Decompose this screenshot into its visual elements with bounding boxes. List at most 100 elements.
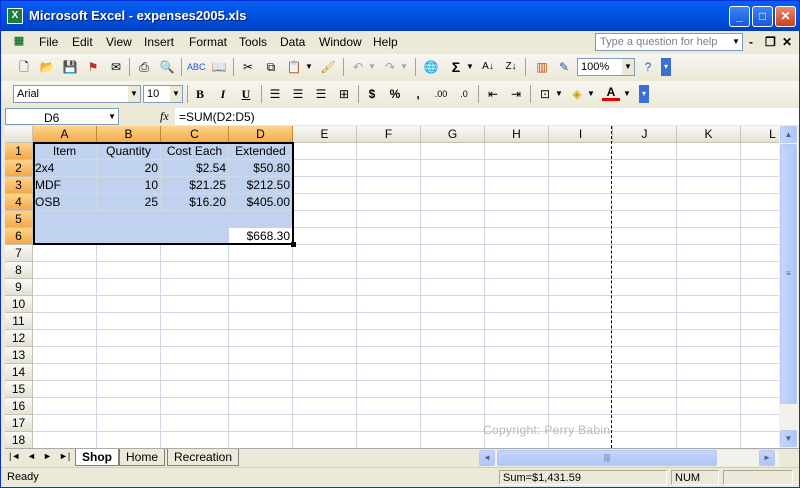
next-sheet-icon[interactable]: ► xyxy=(43,451,52,461)
scroll-down-icon[interactable]: ▼ xyxy=(780,430,797,447)
research-icon[interactable]: 📖 xyxy=(210,58,228,76)
scroll-left-icon[interactable]: ◄ xyxy=(479,450,495,466)
row-header[interactable]: 1 xyxy=(5,143,33,160)
spelling-icon[interactable]: ABC xyxy=(187,58,206,76)
increase-indent-icon[interactable]: ⇥ xyxy=(507,85,525,103)
menu-help[interactable]: Help xyxy=(373,35,398,49)
autosum-dropdown-icon[interactable]: ▼ xyxy=(465,58,475,76)
cell-D1[interactable]: Extended xyxy=(229,143,293,160)
merge-center-icon[interactable]: ⊞ xyxy=(335,85,353,103)
document-icon[interactable]: ▦ xyxy=(7,32,31,50)
menu-insert[interactable]: Insert xyxy=(144,35,174,49)
cell-C1[interactable]: Cost Each xyxy=(161,143,229,160)
menu-view[interactable]: View xyxy=(106,35,132,49)
toolbar-options-icon[interactable]: ▾ xyxy=(639,85,649,103)
select-all-corner[interactable] xyxy=(5,126,33,143)
currency-button[interactable]: $ xyxy=(363,85,381,103)
row-header[interactable]: 6 xyxy=(5,228,33,245)
column-header[interactable]: H xyxy=(485,126,549,143)
tab-recreation[interactable]: Recreation xyxy=(167,449,240,466)
name-box[interactable]: D6 ▼ xyxy=(5,108,119,125)
font-color-dropdown-icon[interactable]: ▼ xyxy=(622,85,632,103)
doc-minimize-button[interactable]: - xyxy=(749,35,753,49)
excel-app-icon[interactable]: X xyxy=(7,8,23,24)
save-icon[interactable]: 💾 xyxy=(61,58,79,76)
row-header[interactable]: 10 xyxy=(5,296,33,313)
prev-sheet-icon[interactable]: ◄ xyxy=(27,451,36,461)
row-header[interactable]: 13 xyxy=(5,347,33,364)
row-header[interactable]: 15 xyxy=(5,381,33,398)
menu-file[interactable]: File xyxy=(39,35,58,49)
borders-dropdown-icon[interactable]: ▼ xyxy=(554,85,564,103)
format-painter-icon[interactable]: 🖌 xyxy=(319,58,337,76)
email-icon[interactable]: ✉ xyxy=(107,58,125,76)
worksheet-grid[interactable]: A B C D E F G H I J K L 1 2 3 4 5 6 7 8 … xyxy=(5,126,779,448)
font-color-icon[interactable]: A xyxy=(602,85,620,101)
column-header[interactable]: K xyxy=(677,126,741,143)
row-header[interactable]: 7 xyxy=(5,245,33,262)
increase-decimal-button[interactable]: .00 xyxy=(432,85,450,103)
chart-wizard-icon[interactable]: ▥ xyxy=(533,58,551,76)
close-button[interactable]: ✕ xyxy=(775,6,796,27)
undo-icon[interactable]: ↶ xyxy=(349,58,367,76)
row-header[interactable]: 5 xyxy=(5,211,33,228)
title-bar[interactable]: X Microsoft Excel - expenses2005.xls _ □… xyxy=(1,1,799,31)
column-header[interactable]: C xyxy=(161,126,229,143)
percent-button[interactable]: % xyxy=(386,85,404,103)
row-header[interactable]: 18 xyxy=(5,432,33,448)
column-header[interactable]: A xyxy=(33,126,97,143)
menu-window[interactable]: Window xyxy=(319,35,362,49)
print-icon[interactable]: ⎙ xyxy=(135,58,153,76)
row-header[interactable]: 3 xyxy=(5,177,33,194)
align-right-icon[interactable]: ☰ xyxy=(312,85,330,103)
column-header[interactable]: G xyxy=(421,126,485,143)
ask-question-input[interactable]: Type a question for help xyxy=(595,33,743,51)
horizontal-scrollbar[interactable]: ◄ ||| ► xyxy=(479,450,779,466)
scroll-up-icon[interactable]: ▲ xyxy=(780,126,797,143)
column-header[interactable]: B xyxy=(97,126,161,143)
cell-D2[interactable]: $50.80 xyxy=(229,160,293,177)
row-header[interactable]: 4 xyxy=(5,194,33,211)
cell-D3[interactable]: $212.50 xyxy=(229,177,293,194)
cell-A4[interactable]: OSB xyxy=(33,194,97,211)
cell-A1[interactable]: Item xyxy=(33,143,97,160)
undo-dropdown-icon[interactable]: ▼ xyxy=(367,58,377,76)
chevron-down-icon[interactable]: ▼ xyxy=(108,112,116,121)
formula-input[interactable]: =SUM(D2:D5) xyxy=(175,108,799,125)
column-header[interactable]: D xyxy=(229,126,293,143)
decrease-decimal-button[interactable]: .0 xyxy=(455,85,473,103)
cut-icon[interactable]: ✂ xyxy=(239,58,257,76)
scroll-thumb[interactable]: ≡ xyxy=(780,144,797,404)
help-icon[interactable]: ? xyxy=(639,58,657,76)
chevron-down-icon[interactable]: ▼ xyxy=(730,34,742,50)
hyperlink-icon[interactable]: 🌐 xyxy=(422,58,440,76)
minimize-button[interactable]: _ xyxy=(729,6,750,27)
cell-A3[interactable]: MDF xyxy=(33,177,97,194)
column-header[interactable]: L xyxy=(741,126,779,143)
cell-A2[interactable]: 2x4 xyxy=(33,160,97,177)
font-name-select[interactable]: Arial ▼ xyxy=(13,85,141,103)
cell-B4[interactable]: 25 xyxy=(97,194,161,211)
scroll-right-icon[interactable]: ► xyxy=(759,450,775,466)
paste-icon[interactable]: 📋 xyxy=(285,58,303,76)
zoom-select[interactable]: 100% ▼ xyxy=(577,58,635,76)
maximize-button[interactable]: □ xyxy=(752,6,773,27)
h-scroll-thumb[interactable]: ||| xyxy=(497,450,717,466)
fill-color-icon[interactable]: ◈ xyxy=(568,85,586,103)
redo-icon[interactable]: ↷ xyxy=(381,58,399,76)
cell-B1[interactable]: Quantity xyxy=(97,143,161,160)
borders-icon[interactable]: ⊡ xyxy=(536,85,554,103)
toolbar-options-icon[interactable]: ▾ xyxy=(661,58,671,76)
menu-format[interactable]: Format xyxy=(189,35,227,49)
redo-dropdown-icon[interactable]: ▼ xyxy=(399,58,409,76)
cell-C4[interactable]: $16.20 xyxy=(161,194,229,211)
insert-function-icon[interactable]: fx xyxy=(160,109,169,124)
chevron-down-icon[interactable]: ▼ xyxy=(170,86,182,102)
underline-button[interactable]: U xyxy=(237,85,255,103)
doc-close-button[interactable]: ✕ xyxy=(782,35,792,49)
vertical-scrollbar[interactable]: ▲ ≡ ▼ xyxy=(779,126,799,448)
cell-B3[interactable]: 10 xyxy=(97,177,161,194)
italic-button[interactable]: I xyxy=(214,85,232,103)
doc-restore-button[interactable]: ❐ xyxy=(765,35,776,49)
row-header[interactable]: 8 xyxy=(5,262,33,279)
